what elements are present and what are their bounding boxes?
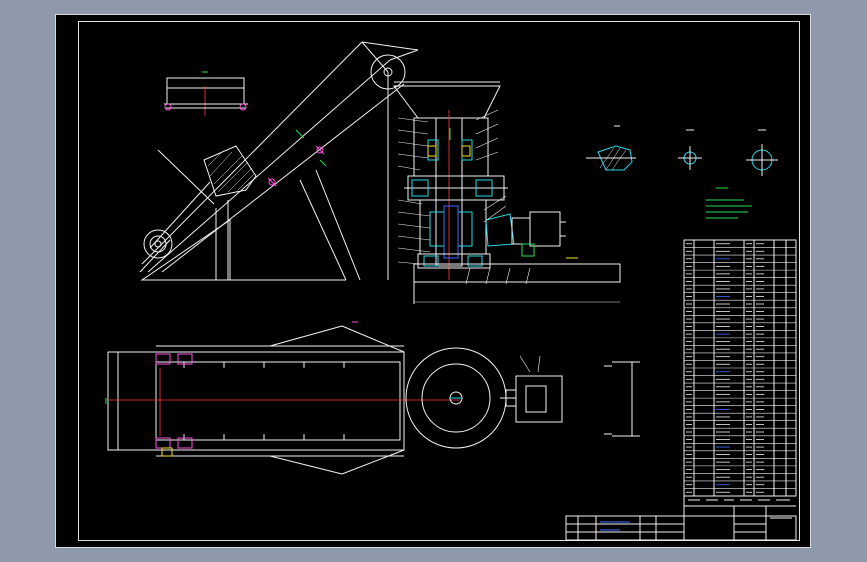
technical-notes [706,187,752,219]
detail-view-2 [678,129,702,170]
crusher-sectional-view [393,81,621,304]
title-block [565,496,797,541]
detail-view-3 [746,129,778,176]
conveyor-side-view [139,41,419,281]
belt-section-detail [164,71,248,116]
cad-viewport[interactable] [0,0,867,562]
parts-list-table [683,239,797,497]
detail-view-1 [586,125,636,171]
cad-drawing [105,41,797,541]
conveyor-plan-view [105,321,640,475]
